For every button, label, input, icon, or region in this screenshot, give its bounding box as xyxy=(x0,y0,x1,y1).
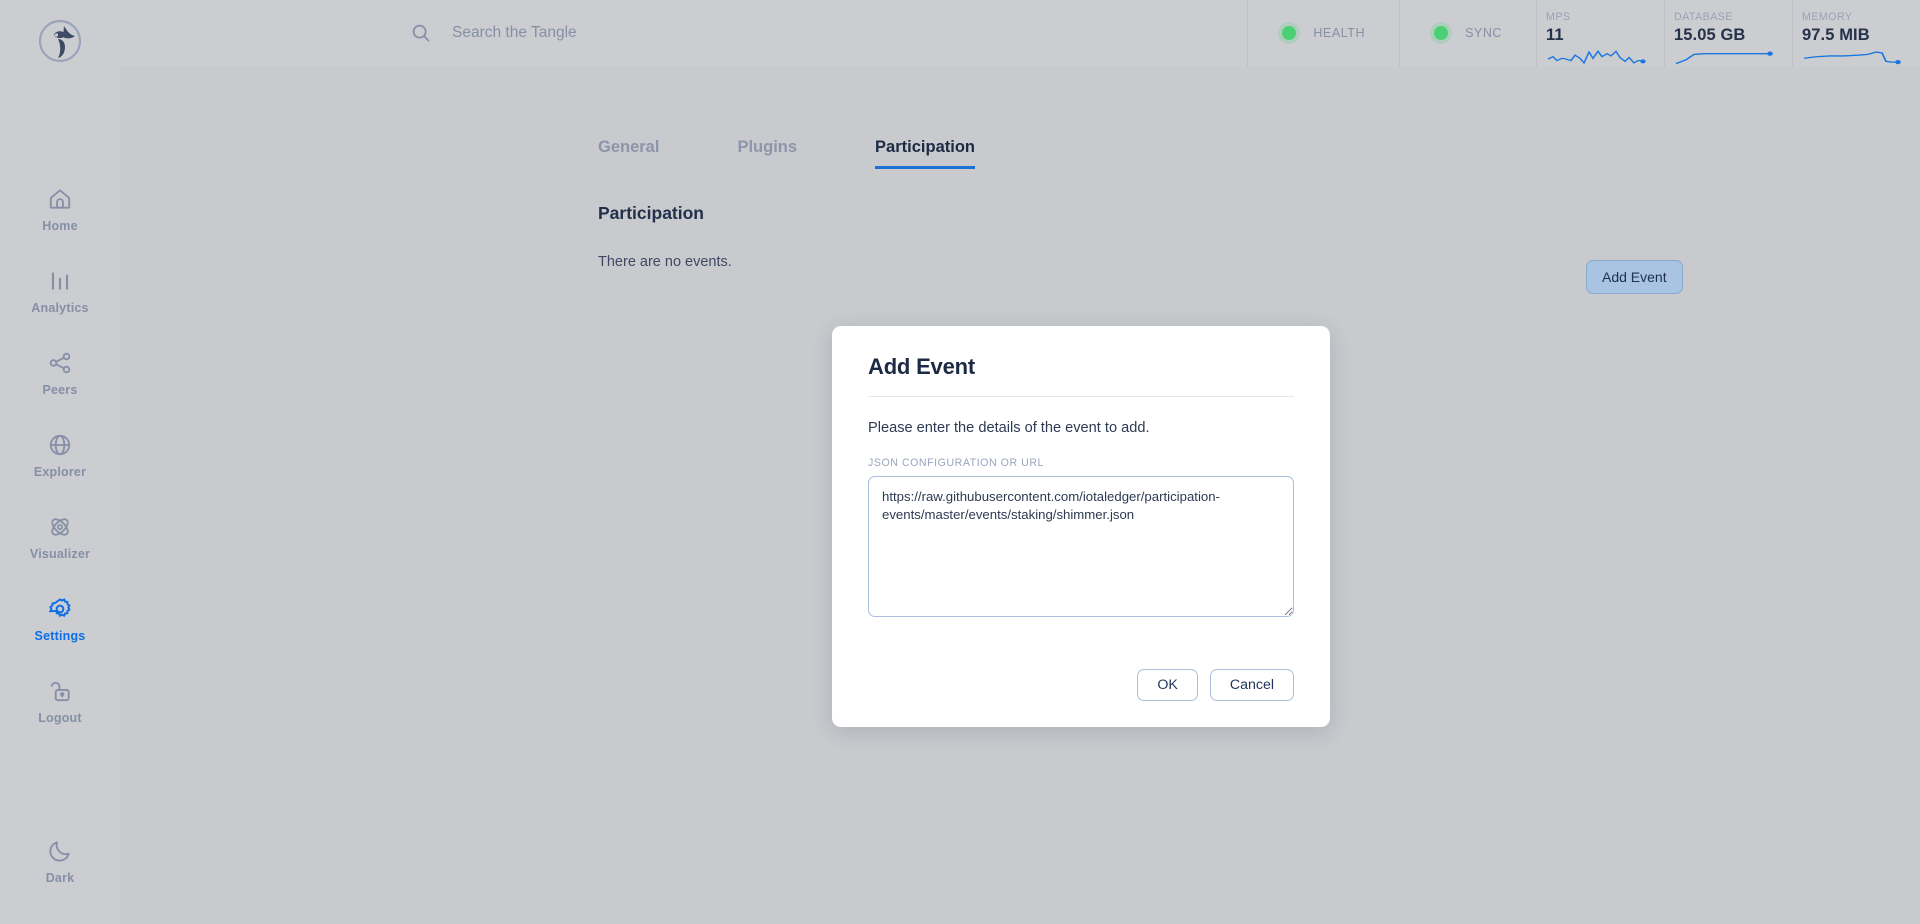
search-icon[interactable] xyxy=(410,22,432,44)
bar-chart-icon xyxy=(51,271,69,290)
sidebar-item-label: Logout xyxy=(38,710,82,725)
sidebar-item-explorer[interactable]: Explorer xyxy=(0,414,120,496)
metric-value: 11 xyxy=(1546,26,1564,44)
gear-icon xyxy=(48,597,71,617)
dialog-actions: OK Cancel xyxy=(868,669,1294,727)
mps-sparkline xyxy=(1547,50,1646,65)
metric-value: 97.5 MIB xyxy=(1802,26,1870,44)
cancel-button[interactable]: Cancel xyxy=(1209,669,1294,701)
sidebar-item-analytics[interactable]: Analytics xyxy=(0,250,120,332)
status-dot-icon xyxy=(1434,26,1449,40)
dialog-description: Please enter the details of the event to… xyxy=(868,420,1150,436)
ok-button[interactable]: OK xyxy=(1137,669,1198,701)
app-root: Home Analytics Peers Explorer Visualizer… xyxy=(0,0,1920,924)
metric-database[interactable]: DATABASE 15.05 GB xyxy=(1664,0,1792,66)
sidebar-item-peers[interactable]: Peers xyxy=(0,332,120,414)
theme-toggle-label: Dark xyxy=(45,870,75,885)
search-area xyxy=(120,0,1247,66)
sidebar: Home Analytics Peers Explorer Visualizer… xyxy=(0,0,120,924)
sidebar-item-label: Settings xyxy=(34,628,86,643)
metric-label: MEMORY xyxy=(1802,11,1853,23)
globe-icon xyxy=(49,434,71,455)
tab-participation[interactable]: Participation xyxy=(875,138,975,169)
dialog-title: Add Event xyxy=(868,354,1294,397)
hornet-logo-icon xyxy=(38,19,82,63)
empty-state-text: There are no events. xyxy=(598,254,732,270)
metric-mps[interactable]: MPS 11 xyxy=(1536,0,1664,66)
metric-label: MPS xyxy=(1546,11,1571,23)
page-title: Participation xyxy=(598,203,704,223)
page: HEALTH SYNC MPS 11 DATABASE 15.05 xyxy=(120,0,1920,924)
sidebar-item-logout[interactable]: Logout xyxy=(0,660,120,742)
sidebar-item-visualizer[interactable]: Visualizer xyxy=(0,496,120,578)
sidebar-item-label: Visualizer xyxy=(29,546,91,561)
memory-sparkline xyxy=(1803,51,1901,65)
sidebar-item-label: Home xyxy=(42,218,78,233)
unlock-icon xyxy=(50,681,70,701)
add-event-button[interactable]: Add Event xyxy=(1586,260,1683,294)
tab-general[interactable]: General xyxy=(598,138,659,169)
header-stats: HEALTH SYNC MPS 11 DATABASE 15.05 GB MEM… xyxy=(1247,0,1920,66)
tab-plugins[interactable]: Plugins xyxy=(737,138,797,169)
add-event-dialog: Add Event Please enter the details of th… xyxy=(832,326,1330,727)
status-label: HEALTH xyxy=(1313,26,1366,40)
app-logo[interactable] xyxy=(31,12,89,70)
metric-memory[interactable]: MEMORY 97.5 MIB xyxy=(1792,0,1920,66)
status-dot-icon xyxy=(1282,26,1297,40)
json-field-label: JSON CONFIGURATION OR URL xyxy=(868,457,1044,469)
sidebar-item-settings[interactable]: Settings xyxy=(0,578,120,660)
top-header: HEALTH SYNC MPS 11 DATABASE 15.05 xyxy=(120,0,1920,66)
sidebar-item-label: Analytics xyxy=(31,300,89,315)
content-area: General Plugins Participation Participat… xyxy=(120,66,1920,924)
sidebar-item-label: Explorer xyxy=(33,464,87,479)
sidebar-nav: Home Analytics Peers Explorer Visualizer… xyxy=(0,168,120,742)
status-sync[interactable]: SYNC xyxy=(1399,0,1536,66)
sidebar-item-home[interactable]: Home xyxy=(0,168,120,250)
moon-icon xyxy=(49,840,70,861)
status-label: SYNC xyxy=(1465,26,1502,40)
metric-value: 15.05 GB xyxy=(1674,26,1746,44)
database-sparkline xyxy=(1675,51,1773,65)
metric-label: DATABASE xyxy=(1674,11,1733,23)
home-icon xyxy=(49,188,71,209)
sidebar-item-label: Peers xyxy=(42,382,78,397)
status-health[interactable]: HEALTH xyxy=(1247,0,1399,66)
participation-panel: Participation There are no events. xyxy=(120,169,1920,270)
settings-tabs: General Plugins Participation xyxy=(120,66,1920,169)
atom-icon xyxy=(51,517,69,536)
peers-icon xyxy=(49,352,71,373)
search-input[interactable] xyxy=(452,24,832,42)
json-configuration-input[interactable] xyxy=(868,476,1294,617)
theme-toggle-dark[interactable]: Dark xyxy=(0,820,120,902)
